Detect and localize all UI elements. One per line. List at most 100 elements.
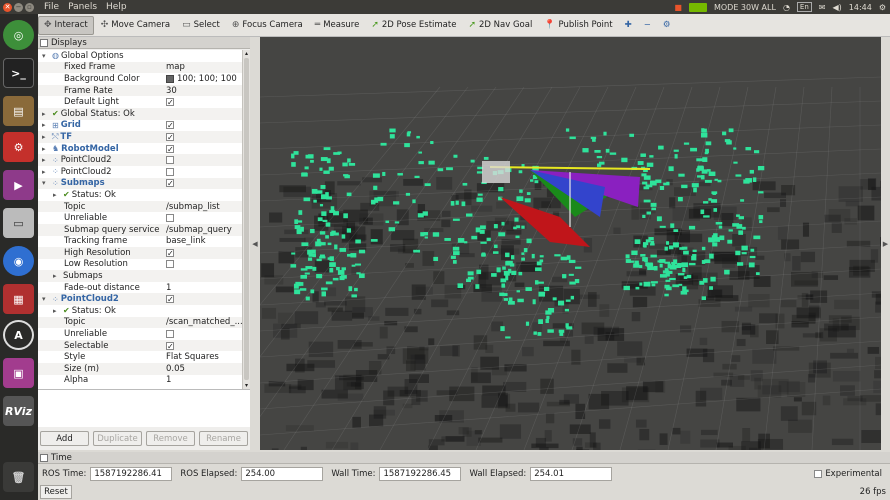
left-splitter[interactable]: ◀ xyxy=(250,37,260,450)
scroll-down-icon[interactable]: ▾ xyxy=(243,382,250,389)
add-tool-icon[interactable]: ✚ xyxy=(620,16,637,35)
tree-row[interactable]: Unreliable xyxy=(38,212,242,224)
enable-checkbox[interactable]: ✓ xyxy=(166,98,174,107)
tool-move-camera[interactable]: ✣ Move Camera xyxy=(96,16,175,35)
enable-checkbox[interactable] xyxy=(166,156,174,165)
collapse-right-icon[interactable]: ▶ xyxy=(883,240,888,248)
remove-tool-icon[interactable]: − xyxy=(639,16,656,35)
scrollbar-thumb[interactable] xyxy=(244,58,249,380)
chromium-icon[interactable]: ◉ xyxy=(3,246,34,276)
tree-row[interactable]: Fixed Frame map xyxy=(38,61,242,74)
collapsed-arrow-icon[interactable]: ▸ xyxy=(53,307,61,315)
ros-elapsed-field[interactable]: 254.00 xyxy=(241,467,324,481)
video-icon[interactable]: ▶ xyxy=(3,170,34,200)
color-swatch[interactable] xyxy=(166,74,174,83)
panel-float-checkbox[interactable] xyxy=(40,38,48,47)
tree-row[interactable]: Default Light ✓ xyxy=(38,96,242,108)
tree-row-value[interactable]: 0.05 xyxy=(166,364,185,374)
wall-time-field[interactable]: 1587192286.45 xyxy=(379,467,462,481)
wall-elapsed-field[interactable]: 254.01 xyxy=(530,467,613,481)
collapsed-arrow-icon[interactable]: ▸ xyxy=(42,168,50,176)
tree-row[interactable]: ▸ Submaps xyxy=(38,270,242,282)
rename-button[interactable]: Rename xyxy=(199,431,248,446)
wifi-icon[interactable]: ◔ xyxy=(783,3,790,12)
software-updater-icon[interactable]: A xyxy=(3,320,34,350)
collapsed-arrow-icon[interactable]: ▸ xyxy=(42,133,50,141)
system-monitor-icon[interactable]: ▦ xyxy=(3,284,34,314)
tool-select[interactable]: ▭ Select xyxy=(177,16,225,35)
tool-interact[interactable]: ✥ Interact xyxy=(38,15,94,35)
menu-panels[interactable]: Panels xyxy=(68,2,97,12)
tree-row-value[interactable]: base_link xyxy=(166,236,206,246)
enable-checkbox[interactable] xyxy=(166,260,174,269)
trash-icon[interactable]: 🗑 xyxy=(3,462,34,492)
tree-row-value[interactable]: /scan_matched_... xyxy=(166,317,242,327)
expanded-arrow-icon[interactable]: ▾ xyxy=(42,179,50,187)
collapsed-arrow-icon[interactable]: ▸ xyxy=(53,272,61,280)
remove-button[interactable]: Remove xyxy=(146,431,195,446)
tool-nav-goal[interactable]: ➚ 2D Nav Goal xyxy=(463,16,537,35)
tree-row[interactable]: ▾ ⁘ PointCloud2 ✓ xyxy=(38,293,242,306)
right-splitter[interactable]: ▶ xyxy=(881,37,890,450)
tree-row[interactable]: ▸ ⤲ TF ✓ xyxy=(38,131,242,143)
displays-tree[interactable]: ▾ ◍ Global Options Fixed Frame map Background… xyxy=(38,50,242,389)
tree-row[interactable]: ▸ ♞ RobotModel ✓ xyxy=(38,143,242,155)
tree-row-value[interactable]: 30 xyxy=(166,86,177,96)
add-button[interactable]: Add xyxy=(40,431,89,446)
tool-options-icon[interactable]: ⚙ xyxy=(658,16,676,35)
collapsed-arrow-icon[interactable]: ▸ xyxy=(42,110,50,118)
expanded-arrow-icon[interactable]: ▾ xyxy=(42,295,50,303)
experimental-checkbox[interactable] xyxy=(814,470,823,478)
tree-row[interactable]: Unreliable xyxy=(38,328,242,340)
ros-time-field[interactable]: 1587192286.41 xyxy=(90,467,173,481)
tree-row[interactable]: Topic/submap_list xyxy=(38,200,242,213)
menu-file[interactable]: File xyxy=(44,2,59,12)
enable-checkbox[interactable] xyxy=(166,214,174,223)
record-icon[interactable]: ■ xyxy=(674,3,682,12)
files-icon[interactable]: ▤ xyxy=(3,96,34,126)
close-icon[interactable]: ✕ xyxy=(3,2,12,12)
collapsed-arrow-icon[interactable]: ▸ xyxy=(42,121,50,129)
gear-icon[interactable]: ⚙ xyxy=(879,3,886,12)
drive-icon[interactable]: ▭ xyxy=(3,208,34,238)
minimize-icon[interactable]: − xyxy=(14,2,23,12)
tree-row[interactable]: Tracking frame base_link xyxy=(38,236,242,248)
tree-row[interactable]: Low Resolution xyxy=(38,259,242,271)
tool-measure[interactable]: ═ Measure xyxy=(310,16,365,35)
power-mode[interactable]: MODE 30W ALL xyxy=(714,3,776,12)
duplicate-button[interactable]: Duplicate xyxy=(93,431,142,446)
tree-row[interactable]: Frame Rate 30 xyxy=(38,84,242,97)
enable-checkbox[interactable]: ✓ xyxy=(166,341,174,350)
tree-row[interactable]: Submap query service/submap_query xyxy=(38,223,242,236)
tree-row[interactable]: ▸ ✔ Status: Ok xyxy=(38,189,242,201)
reset-button[interactable]: Reset xyxy=(40,485,72,499)
tree-row[interactable]: Background Color 100; 100; 100 xyxy=(38,73,242,85)
tree-row[interactable]: Style Flat Squares xyxy=(38,351,242,363)
clock[interactable]: 14:44 xyxy=(849,3,872,12)
nvidia-icon[interactable] xyxy=(688,2,707,12)
enable-checkbox[interactable]: ✓ xyxy=(166,179,174,188)
remote-desktop-icon[interactable]: ▣ xyxy=(3,358,34,388)
3d-viewport[interactable] xyxy=(260,37,881,450)
tool-publish-point[interactable]: 📍 Publish Point xyxy=(539,16,617,35)
enable-checkbox[interactable]: ✓ xyxy=(166,132,174,141)
tree-row-value[interactable]: Flat Squares xyxy=(166,352,219,362)
keyboard-layout[interactable]: En xyxy=(796,2,812,12)
tree-row[interactable]: ▸ ✔ Global Status: Ok xyxy=(38,107,242,120)
settings-icon[interactable]: ⚙ xyxy=(3,132,34,162)
tool-focus-camera[interactable]: ⊕ Focus Camera xyxy=(227,16,308,35)
tree-row-value[interactable]: 1 xyxy=(166,375,171,385)
enable-checkbox[interactable] xyxy=(166,167,174,176)
tree-row-value[interactable]: /submap_list xyxy=(166,202,220,212)
scroll-up-icon[interactable]: ▴ xyxy=(243,50,250,57)
tree-row[interactable]: ▾ ◍ Global Options xyxy=(38,50,242,62)
tree-row[interactable]: Topic/scan_matched_... xyxy=(38,316,242,329)
time-float-checkbox[interactable] xyxy=(40,453,48,462)
tree-row-value[interactable]: map xyxy=(166,62,185,72)
tree-row-value[interactable]: /submap_query xyxy=(166,225,232,235)
enable-checkbox[interactable] xyxy=(166,330,174,339)
enable-checkbox[interactable]: ✓ xyxy=(166,295,174,304)
tree-row[interactable]: High Resolution ✓ xyxy=(38,247,242,259)
tree-row[interactable]: Selectable ✓ xyxy=(38,339,242,352)
tree-row[interactable]: ▾ ⁘ Submaps ✓ xyxy=(38,177,242,190)
